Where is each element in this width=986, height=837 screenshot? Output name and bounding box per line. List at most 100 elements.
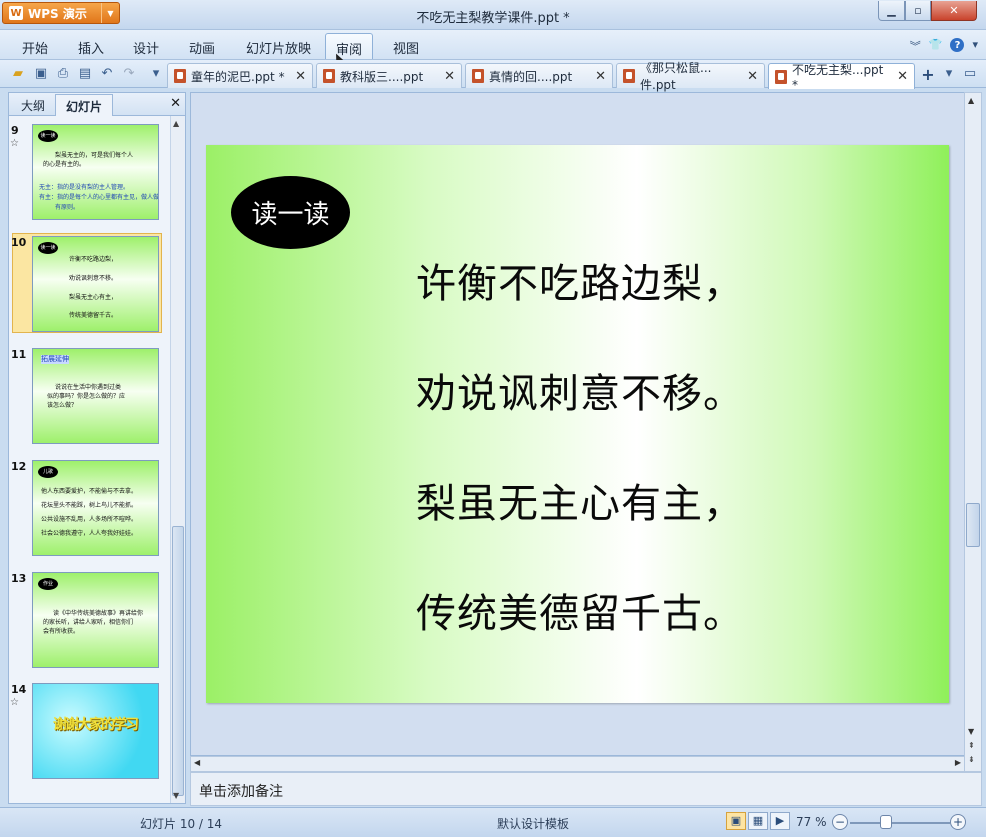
maximize-button[interactable]: ▫: [905, 1, 931, 21]
undo-icon[interactable]: ↶: [99, 66, 115, 82]
slide-number: 14: [11, 683, 27, 696]
menu-animation[interactable]: 动画: [189, 38, 215, 57]
slide-panel-tabs: 大纲 幻灯片 ✕: [9, 93, 185, 116]
new-tab-button[interactable]: +: [917, 65, 939, 85]
design-template-label[interactable]: 默认设计模板: [497, 815, 569, 832]
save-icon[interactable]: ▣: [33, 66, 49, 82]
slide-number: 13: [11, 572, 27, 585]
quick-access-toolbar: ▰ ▣ ⎙ ▤ ↶ ↷ ▾ 童年的泥巴.ppt * ✕ 教科版三....ppt …: [0, 60, 986, 92]
close-tab-icon[interactable]: ✕: [295, 69, 306, 84]
current-slide[interactable]: 读一读 许衡不吃路边梨， 劝说讽刺意不移。 梨虽无主心有主， 传统美德留千古。: [206, 145, 949, 703]
status-bar: 幻灯片 10 / 14 默认设计模板 ▣ ▦ ▶ 77 % − +: [0, 807, 986, 837]
slide-thumbnail-9[interactable]: 读一读 梨虽无主的，可是我们每个人 的心是有主的。 无主：指的是没有梨的主人管理…: [32, 124, 159, 220]
scrollbar-thumb[interactable]: [172, 526, 184, 796]
slide-number: 12: [11, 460, 27, 473]
normal-view-icon[interactable]: ▣: [726, 812, 746, 830]
tab-outline[interactable]: 大纲: [11, 94, 55, 116]
thumb-text: 花坛里头不能踩，树上鸟儿不能抓。: [41, 502, 138, 509]
thumb-text: 劝说讽刺意不移。: [69, 275, 118, 282]
thumb-text: 说说在生活中你遇到过类: [55, 384, 122, 391]
thumb-text: 传统美德留千古。: [69, 312, 118, 319]
tab-slides[interactable]: 幻灯片: [55, 94, 114, 116]
notes-pane[interactable]: 单击添加备注: [190, 772, 982, 806]
close-tab-icon[interactable]: ✕: [595, 69, 606, 84]
slide-badge-oval[interactable]: 读一读: [231, 176, 350, 249]
slideshow-view-icon[interactable]: ▶: [770, 812, 790, 830]
slide-editor[interactable]: 读一读 许衡不吃路边梨， 劝说讽刺意不移。 梨虽无主心有主， 传统美德留千古。: [190, 92, 965, 756]
thumb-text: 的心是有主的。: [43, 161, 86, 168]
menu-home[interactable]: 开始: [22, 38, 48, 57]
poem-line-1[interactable]: 许衡不吃路边梨，: [416, 251, 744, 309]
next-slide-icon[interactable]: ⇟: [968, 755, 975, 764]
scroll-up-icon[interactable]: ▲: [173, 119, 179, 128]
close-tab-icon[interactable]: ✕: [444, 69, 455, 84]
poem-line-2[interactable]: 劝说讽刺意不移。: [416, 361, 744, 419]
poem-line-3[interactable]: 梨虽无主心有主，: [416, 471, 744, 529]
slide-thumbnail-12[interactable]: 儿歌 他人东西要爱护，不能偷与不去拿。 花坛里头不能踩，树上鸟儿不能抓。 公共设…: [32, 460, 159, 556]
zoom-out-icon[interactable]: −: [832, 814, 848, 830]
help-icon[interactable]: ?: [950, 38, 965, 52]
animation-star-icon: ☆: [10, 138, 19, 149]
slide-thumbnail-13[interactable]: 作业 读《中华传统美德故事》再讲给你 的家长听，讲给人家听，相信你们 会有所收获…: [32, 572, 159, 668]
thumb-text: 他人东西要爱护，不能偷与不去拿。: [41, 488, 138, 495]
scrollbar-thumb[interactable]: [966, 503, 980, 547]
ppt-file-icon: [174, 69, 186, 83]
skin-icon[interactable]: 👕: [929, 38, 943, 54]
zoom-slider-track[interactable]: [850, 822, 950, 824]
close-icon[interactable]: ✕: [170, 96, 181, 111]
doc-tab-3[interactable]: 真情的回....ppt ✕: [465, 63, 613, 88]
tab-window-icon[interactable]: ▭: [962, 66, 978, 82]
editor-horizontal-scrollbar[interactable]: ◀ ▶: [190, 756, 965, 772]
thumb-heading: 拓展延伸: [41, 355, 69, 364]
print-preview-icon[interactable]: ▤: [77, 66, 93, 82]
menu-design[interactable]: 设计: [133, 38, 159, 57]
customize-toolbar-icon[interactable]: ▾: [148, 66, 164, 82]
open-folder-icon[interactable]: ▰: [10, 66, 26, 82]
doc-tab-label: 不吃无主梨...ppt *: [792, 63, 884, 92]
tab-list-icon[interactable]: ▾: [941, 66, 957, 82]
slide-panel-scrollbar[interactable]: ▲ ▼: [170, 116, 185, 803]
menu-insert[interactable]: 插入: [78, 38, 104, 57]
editor-vertical-scrollbar[interactable]: ▲ ▼ ⇞ ⇟: [964, 92, 982, 772]
help-dropdown-icon[interactable]: ▾: [972, 38, 978, 54]
print-icon[interactable]: ⎙: [55, 66, 71, 82]
notes-placeholder[interactable]: 单击添加备注: [199, 781, 283, 801]
close-tab-icon[interactable]: ✕: [897, 69, 908, 84]
redo-icon[interactable]: ↷: [121, 66, 137, 82]
prev-slide-icon[interactable]: ⇞: [968, 741, 975, 750]
collapse-ribbon-icon[interactable]: ︾: [910, 38, 921, 54]
title-bar: W WPS 演示 ▼ 不吃无主梨教学课件.ppt * ▁ ▫ ✕: [0, 0, 986, 30]
doc-tab-1[interactable]: 童年的泥巴.ppt * ✕: [167, 63, 313, 88]
thumb-text: 的家长听，讲给人家听，相信你们: [43, 619, 134, 626]
scroll-right-icon[interactable]: ▶: [955, 758, 961, 767]
window-title: 不吃无主梨教学课件.ppt *: [416, 11, 570, 26]
scroll-up-icon[interactable]: ▲: [968, 96, 974, 105]
zoom-slider-knob[interactable]: [880, 815, 892, 829]
zoom-in-icon[interactable]: +: [950, 814, 966, 830]
scroll-down-icon[interactable]: ▼: [173, 791, 179, 800]
menu-slideshow[interactable]: 幻灯片放映: [246, 38, 311, 57]
scroll-down-icon[interactable]: ▼: [968, 727, 974, 736]
slide-thumbnail-11[interactable]: 拓展延伸 说说在生活中你遇到过类 似的事吗？你是怎么做的？应 该怎么做？: [32, 348, 159, 444]
thumb-text: 梨虽无主心有主，: [69, 294, 118, 301]
slide-sorter-view-icon[interactable]: ▦: [748, 812, 768, 830]
slide-thumbnail-10[interactable]: 读一读 许衡不吃路边梨， 劝说讽刺意不移。 梨虽无主心有主， 传统美德留千古。: [32, 236, 159, 332]
thumb-badge: 读一读: [38, 130, 58, 142]
menu-view[interactable]: 视图: [393, 38, 419, 57]
slide-thumbnail-14[interactable]: 谢谢大家的学习: [32, 683, 159, 779]
close-tab-icon[interactable]: ✕: [747, 69, 758, 84]
doc-tab-4[interactable]: 《那只松鼠...件.ppt ✕: [616, 61, 765, 92]
slide-number: 11: [11, 348, 27, 361]
thumb-badge: 作业: [38, 578, 58, 590]
poem-line-4[interactable]: 传统美德留千古。: [416, 581, 744, 639]
minimize-button[interactable]: ▁: [878, 1, 905, 21]
zoom-level: 77 %: [796, 815, 827, 829]
doc-tab-2[interactable]: 教科版三....ppt ✕: [316, 63, 462, 88]
scroll-left-icon[interactable]: ◀: [194, 758, 200, 767]
close-button[interactable]: ✕: [931, 1, 977, 21]
thumb-text: 无主：指的是没有梨的主人管理。: [39, 184, 130, 191]
thumb-text: 梨虽无主的，可是我们每个人: [55, 152, 134, 159]
doc-tab-5[interactable]: 不吃无主梨...ppt * ✕: [768, 63, 915, 92]
thumb-text: 社会公德我遵守，人人夸我好娃娃。: [41, 530, 138, 537]
thumb-text: 公共设施不乱用，人多场所不喧哗。: [41, 516, 138, 523]
